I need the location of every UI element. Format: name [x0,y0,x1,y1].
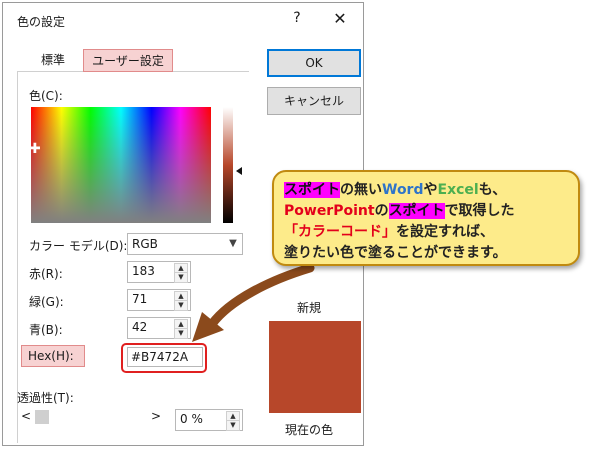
callout-line-2: PowerPointのスポイトで取得した [284,201,568,222]
hex-label: Hex(H): [21,345,85,367]
green-value[interactable]: 71 [132,292,147,306]
crosshair-icon: ✚ [29,141,41,157]
callout-text: を設定すれば、 [396,224,494,240]
color-model-value: RGB [132,237,158,251]
tab-custom[interactable]: ユーザー設定 [83,49,173,72]
green-label: 緑(G): [29,295,64,309]
slider-right-icon[interactable]: > [151,409,161,423]
callout-colorcode-text: 「カラーコード」 [284,224,396,240]
blue-label: 青(B): [29,323,63,337]
color-model-label: カラー モデル(D): [29,239,128,253]
callout-dropper-text: スポイト [388,203,445,219]
arrow-icon [192,263,315,342]
callout-word-text: Word [382,182,424,198]
luminance-arrow-icon[interactable] [236,167,242,175]
dialog-title: 色の設定 [17,15,66,29]
current-color-label: 現在の色 [285,423,334,437]
spin-down-icon[interactable]: ▼ [174,328,188,339]
cancel-button[interactable]: キャンセル [267,87,361,115]
transparency-slider[interactable]: < > [17,407,167,429]
red-label: 赤(R): [29,267,63,281]
blue-value[interactable]: 42 [132,320,147,334]
color-model-select[interactable]: RGB ▼ [127,233,243,255]
callout-text: の [374,203,389,219]
callout-excel-text: Excel [437,182,479,198]
slider-left-icon[interactable]: < [21,409,31,423]
callout-line-4: 塗りたい色で塗ることができます。 [284,245,507,261]
transparency-spinner[interactable]: 0 % ▲ ▼ [175,409,243,431]
slider-thumb[interactable] [35,410,49,424]
blue-spinner[interactable]: 42 ▲ ▼ [127,317,191,339]
callout-line-3: 「カラーコード」を設定すれば、 [284,222,568,243]
callout-text: や [423,182,438,198]
luminance-slider[interactable] [223,107,233,223]
spin-down-icon[interactable]: ▼ [226,420,240,431]
transparency-value[interactable]: 0 % [180,412,203,426]
red-spinner[interactable]: 183 ▲ ▼ [127,261,191,283]
callout-text: も、 [478,182,507,198]
callout-text: で取得した [444,203,515,219]
close-button[interactable]: ✕ [331,9,349,28]
hex-input[interactable]: #B7472A [127,347,203,367]
color-spectrum[interactable] [31,107,211,223]
ok-button[interactable]: OK [267,49,361,77]
color-label: 色(C): [29,89,63,103]
callout-line-1: スポイトの無いWordやExcelも、 [284,180,568,201]
callout-dropper-text: スポイト [284,182,340,198]
help-button[interactable]: ? [289,10,305,26]
green-spinner[interactable]: 71 ▲ ▼ [127,289,191,311]
transparency-label: 透過性(T): [17,391,74,405]
spin-down-icon[interactable]: ▼ [174,300,188,311]
tab-standard[interactable]: 標準 [25,49,81,72]
red-value[interactable]: 183 [132,264,155,278]
chevron-down-icon: ▼ [229,238,237,249]
spin-down-icon[interactable]: ▼ [174,272,188,283]
explanation-callout: スポイトの無いWordやExcelも、 PowerPointのスポイトで取得した… [272,170,580,266]
callout-text: の無い [340,182,382,198]
callout-powerpoint-text: PowerPoint [284,203,375,219]
